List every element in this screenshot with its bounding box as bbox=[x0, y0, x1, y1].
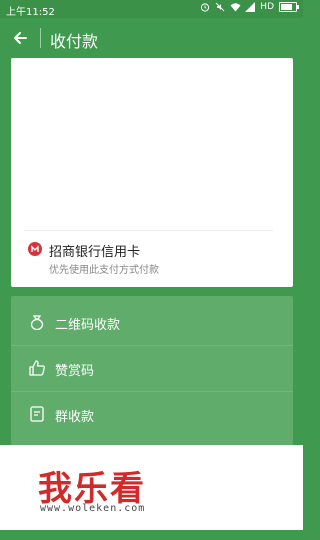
money-bag-icon bbox=[28, 313, 46, 331]
payment-method-hint: 优先使用此支付方式付款 bbox=[49, 265, 159, 276]
thumbs-up-icon bbox=[28, 359, 46, 377]
status-icons: HD bbox=[200, 2, 299, 12]
document-icon bbox=[28, 405, 46, 423]
battery-icon bbox=[279, 2, 299, 12]
back-arrow-icon bbox=[14, 32, 27, 44]
page-title: 收付款 bbox=[50, 32, 99, 51]
menu-item-label: 群收款 bbox=[55, 410, 95, 425]
mute-icon bbox=[215, 2, 225, 12]
payment-method-name[interactable]: 招商银行信用卡 bbox=[49, 241, 140, 260]
watermark-banner: 我乐看 www.woleken.com bbox=[0, 445, 303, 530]
card-divider bbox=[24, 230, 273, 231]
title-divider bbox=[40, 28, 41, 48]
back-button[interactable] bbox=[6, 24, 34, 52]
status-time: 上午11:52 bbox=[6, 7, 55, 18]
menu-item-label: 二维码收款 bbox=[55, 318, 121, 333]
signal-icon bbox=[245, 2, 256, 12]
alarm-icon bbox=[200, 2, 210, 12]
menu-item-label: 赞赏码 bbox=[55, 364, 95, 379]
menu-item-qr-collect[interactable]: 二维码收款 bbox=[11, 300, 293, 346]
collection-menu: 二维码收款 赞赏码 群收款 bbox=[11, 296, 293, 446]
menu-item-appreciation-code[interactable]: 赞赏码 bbox=[11, 346, 293, 392]
title-bar: 收付款 bbox=[0, 18, 303, 58]
bottom-strip bbox=[0, 530, 303, 540]
watermark-url: www.woleken.com bbox=[40, 503, 146, 514]
cmb-logo-icon bbox=[28, 242, 42, 256]
payment-code-card: 招商银行信用卡 优先使用此支付方式付款 bbox=[11, 58, 293, 287]
network-type-label: HD bbox=[260, 2, 274, 12]
status-bar: 上午11:52 HD bbox=[0, 0, 303, 18]
menu-item-group-collect[interactable]: 群收款 bbox=[11, 392, 293, 438]
wifi-icon bbox=[230, 2, 241, 12]
